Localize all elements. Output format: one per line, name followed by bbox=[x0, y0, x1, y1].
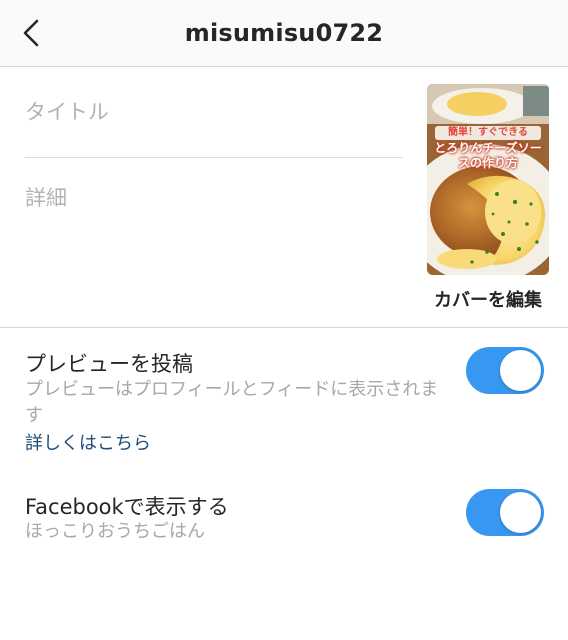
cover-caption-main: とろりんチーズソースの作り方 bbox=[434, 141, 542, 170]
page-title: misumisu0722 bbox=[184, 19, 384, 47]
cover-thumbnail[interactable]: 簡単！すぐできる とろりんチーズソースの作り方 bbox=[427, 84, 549, 275]
preview-post-label: プレビューを投稿 bbox=[25, 352, 193, 376]
preview-post-description: プレビューはプロフィールとフィードに表示されます bbox=[25, 379, 439, 426]
preview-post-toggle[interactable] bbox=[466, 347, 544, 394]
cover-image bbox=[427, 84, 549, 275]
facebook-share-label: Facebookで表示する bbox=[25, 495, 229, 519]
igtv-post-settings-screen: misumisu0722 タイトル 詳細 簡単！すぐできる とろりんチーズソース… bbox=[0, 0, 568, 640]
toggle-knob bbox=[500, 350, 541, 391]
facebook-share-toggle[interactable] bbox=[466, 489, 544, 536]
section-divider bbox=[0, 327, 568, 328]
title-input[interactable] bbox=[25, 90, 403, 158]
learn-more-link[interactable]: 詳しくはこちら bbox=[25, 429, 151, 455]
facebook-page-name: ほっこりおうちごはん bbox=[25, 521, 205, 542]
cover-caption-top: 簡単！すぐできる bbox=[435, 126, 541, 140]
description-input[interactable] bbox=[25, 170, 403, 290]
toggle-knob bbox=[500, 492, 541, 533]
edit-cover-button[interactable]: カバーを編集 bbox=[420, 286, 556, 312]
nav-header: misumisu0722 bbox=[0, 0, 568, 67]
